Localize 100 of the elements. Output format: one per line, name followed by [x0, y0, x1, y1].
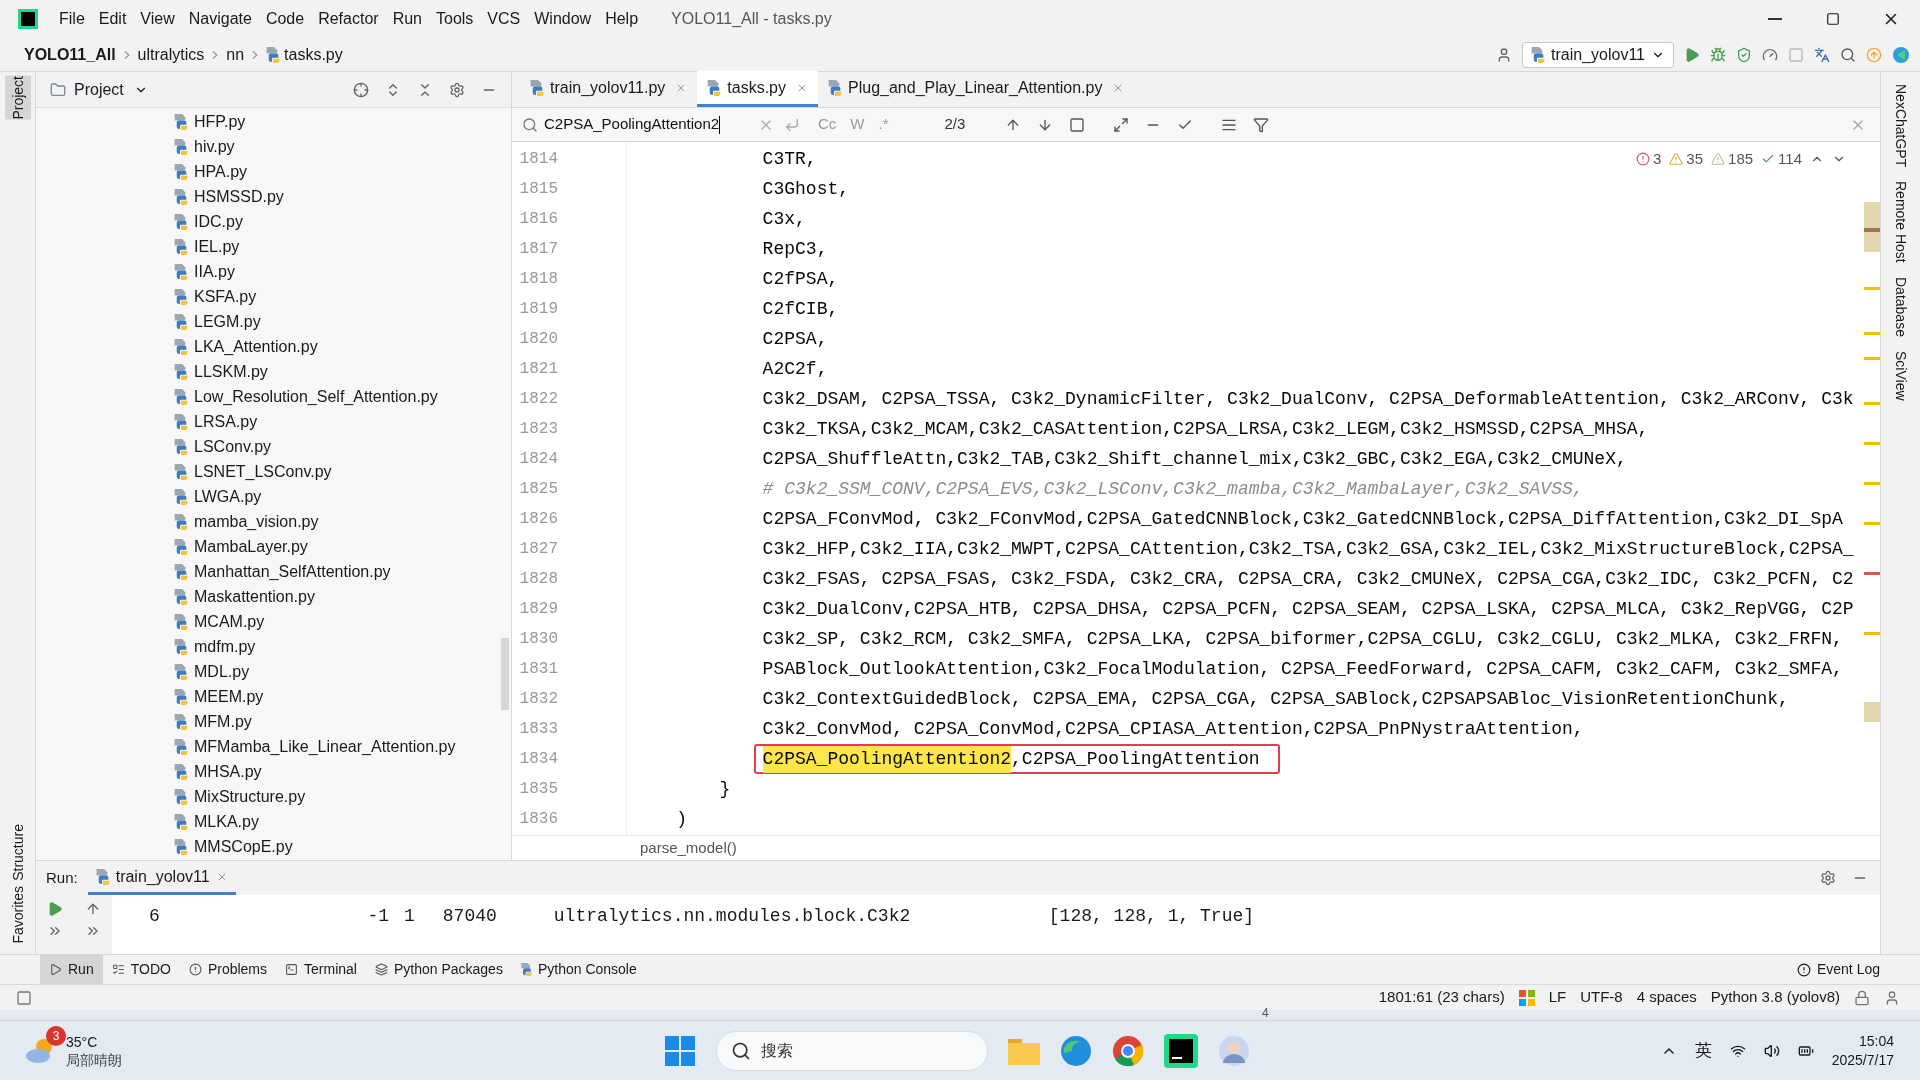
tree-item[interactable]: MMSCopE.py — [36, 834, 511, 859]
menu-item[interactable]: Navigate — [181, 4, 259, 34]
taskbar-search-field[interactable]: 搜索 — [716, 1030, 988, 1071]
tree-item[interactable]: LLSKM.py — [36, 359, 511, 384]
scroll-up-icon[interactable] — [85, 901, 101, 917]
code-breadcrumb[interactable]: parse_model() — [640, 836, 737, 860]
tool-window-tab[interactable]: Python Console — [511, 954, 646, 985]
tree-item[interactable]: HPA.py — [36, 159, 511, 184]
tool-window-tab[interactable]: Python Packages — [365, 954, 512, 985]
shield-icon[interactable] — [1736, 46, 1752, 63]
tree-item[interactable]: Maskattention.py — [36, 584, 511, 609]
tree-item[interactable]: MHSA.py — [36, 759, 511, 784]
editor-tab[interactable]: Plug_and_Play_Linear_Attention.py — [818, 71, 1135, 107]
search-icon[interactable] — [1840, 46, 1856, 63]
tree-item[interactable]: MDL.py — [36, 659, 511, 684]
browser-icon[interactable] — [1060, 1034, 1092, 1067]
clock-time[interactable]: 15:04 — [1858, 1031, 1894, 1051]
menu-item[interactable]: Tools — [429, 4, 481, 34]
side-tab[interactable]: Structure — [4, 823, 31, 881]
tree-item[interactable]: LRSA.py — [36, 409, 511, 434]
tree-item[interactable]: LEGM.py — [36, 309, 511, 334]
tree-item[interactable]: LSNET_LSConv.py — [36, 459, 511, 484]
tree-item[interactable]: mdfm.py — [36, 634, 511, 659]
tree-item[interactable]: HFP.py — [36, 109, 511, 134]
tree-item[interactable]: Manhattan_SelfAttention.py — [36, 559, 511, 584]
tree-item[interactable]: KSFA.py — [36, 284, 511, 309]
clock-date[interactable]: 2025/7/17 — [1831, 1050, 1894, 1070]
menu-item[interactable]: Edit — [91, 4, 134, 34]
tree-item[interactable]: IEL.py — [36, 234, 511, 259]
side-tab[interactable]: Database — [1886, 276, 1915, 337]
locate-icon[interactable] — [353, 81, 369, 98]
status-item[interactable]: 1801:61 (23 chars) — [1378, 986, 1505, 1009]
profiler-icon[interactable] — [1762, 46, 1778, 63]
side-tab[interactable]: Remote Host — [1886, 181, 1915, 263]
tree-item[interactable]: IIA.py — [36, 259, 511, 284]
tree-item[interactable]: mamba_vision.py — [36, 509, 511, 534]
menu-item[interactable]: Refactor — [311, 4, 386, 34]
tool-window-tab[interactable]: TODO — [102, 954, 180, 985]
breadcrumb-item[interactable]: tasks.py — [284, 42, 343, 67]
event-log-button[interactable]: Event Log — [1796, 959, 1880, 980]
lock-icon[interactable] — [1854, 989, 1870, 1006]
user-icon[interactable] — [1496, 46, 1512, 63]
side-tab[interactable]: NexChatGPT — [1886, 84, 1915, 168]
translate-icon[interactable] — [1814, 46, 1830, 63]
tool-window-tab[interactable]: Problems — [179, 954, 277, 985]
status-item[interactable]: LF — [1548, 986, 1567, 1009]
toggle-panels-icon[interactable] — [16, 989, 32, 1006]
side-tab[interactable]: Project — [4, 76, 31, 120]
editor-tab[interactable]: train_yolov11.py — [520, 71, 698, 107]
tree-item[interactable]: LWGA.py — [36, 484, 511, 509]
input-method-indicator[interactable]: 英 — [1694, 1037, 1712, 1064]
tree-item[interactable]: hiv.py — [36, 134, 511, 159]
tree-item[interactable]: MixStructure.py — [36, 784, 511, 809]
scrollbar-thumb[interactable] — [501, 638, 509, 710]
breadcrumb-item[interactable]: nn — [226, 42, 245, 67]
ide-icon[interactable] — [1164, 1033, 1198, 1068]
run-icon[interactable] — [1684, 46, 1700, 63]
breadcrumb-item[interactable]: ultralytics — [137, 42, 205, 67]
chrome-icon[interactable] — [1112, 1034, 1144, 1067]
status-item[interactable]: 4 spaces — [1636, 986, 1697, 1009]
menu-item[interactable]: Code — [258, 4, 312, 34]
plugin-logo-icon[interactable] — [1892, 45, 1910, 64]
tree-item[interactable]: MFMamba_Like_Linear_Attention.py — [36, 734, 511, 759]
tree-item[interactable]: LKA_Attention.py — [36, 334, 511, 359]
menu-item[interactable]: View — [133, 4, 182, 34]
settings-icon[interactable] — [449, 81, 465, 98]
status-item[interactable]: Python 3.8 (yolov8) — [1710, 986, 1840, 1009]
avatar-app-icon[interactable] — [1218, 1034, 1250, 1067]
side-tab[interactable]: SciView — [1886, 350, 1915, 401]
tree-item[interactable]: MFM.py — [36, 709, 511, 734]
start-icon[interactable] — [664, 1034, 696, 1067]
find-field[interactable]: C2PSA_PoolingAttention2 — [544, 113, 734, 136]
debug-icon[interactable] — [1710, 46, 1726, 63]
tree-item[interactable]: MEEM.py — [36, 684, 511, 709]
tree-item[interactable]: HSMSSD.py — [36, 184, 511, 209]
tree-item[interactable]: MLKA.py — [36, 809, 511, 834]
add-selection-icon[interactable] — [1113, 116, 1130, 133]
settings-icon[interactable] — [1820, 870, 1836, 886]
newline-icon[interactable] — [784, 116, 800, 133]
tree-item[interactable]: LSConv.py — [36, 434, 511, 459]
speaker-icon[interactable] — [1763, 1042, 1780, 1059]
tree-item[interactable]: IDC.py — [36, 209, 511, 234]
tree-item[interactable]: MCAM.py — [36, 609, 511, 634]
tool-window-tab[interactable]: Run — [40, 954, 103, 985]
menu-item[interactable]: Run — [385, 4, 429, 34]
user-icon[interactable] — [1884, 989, 1900, 1006]
tree-item[interactable]: Low_Resolution_Self_Attention.py — [36, 384, 511, 409]
tree-item[interactable]: MambaLayer.py — [36, 534, 511, 559]
project-view-dropdown[interactable]: Project — [74, 77, 148, 102]
menu-item[interactable]: Help — [598, 4, 646, 34]
select-all-icon[interactable] — [1069, 116, 1086, 133]
editor-tab[interactable]: tasks.py — [697, 71, 818, 107]
menu-item[interactable]: Window — [527, 4, 599, 34]
menu-item[interactable]: File — [52, 4, 92, 34]
side-tab[interactable]: Favorites — [4, 886, 31, 944]
tool-window-tab[interactable]: Terminal — [276, 954, 366, 985]
status-item[interactable]: UTF-8 — [1580, 986, 1623, 1009]
menu-item[interactable]: VCS — [480, 4, 528, 34]
filter-icon[interactable] — [1253, 116, 1270, 133]
rerun-icon[interactable] — [47, 901, 63, 917]
